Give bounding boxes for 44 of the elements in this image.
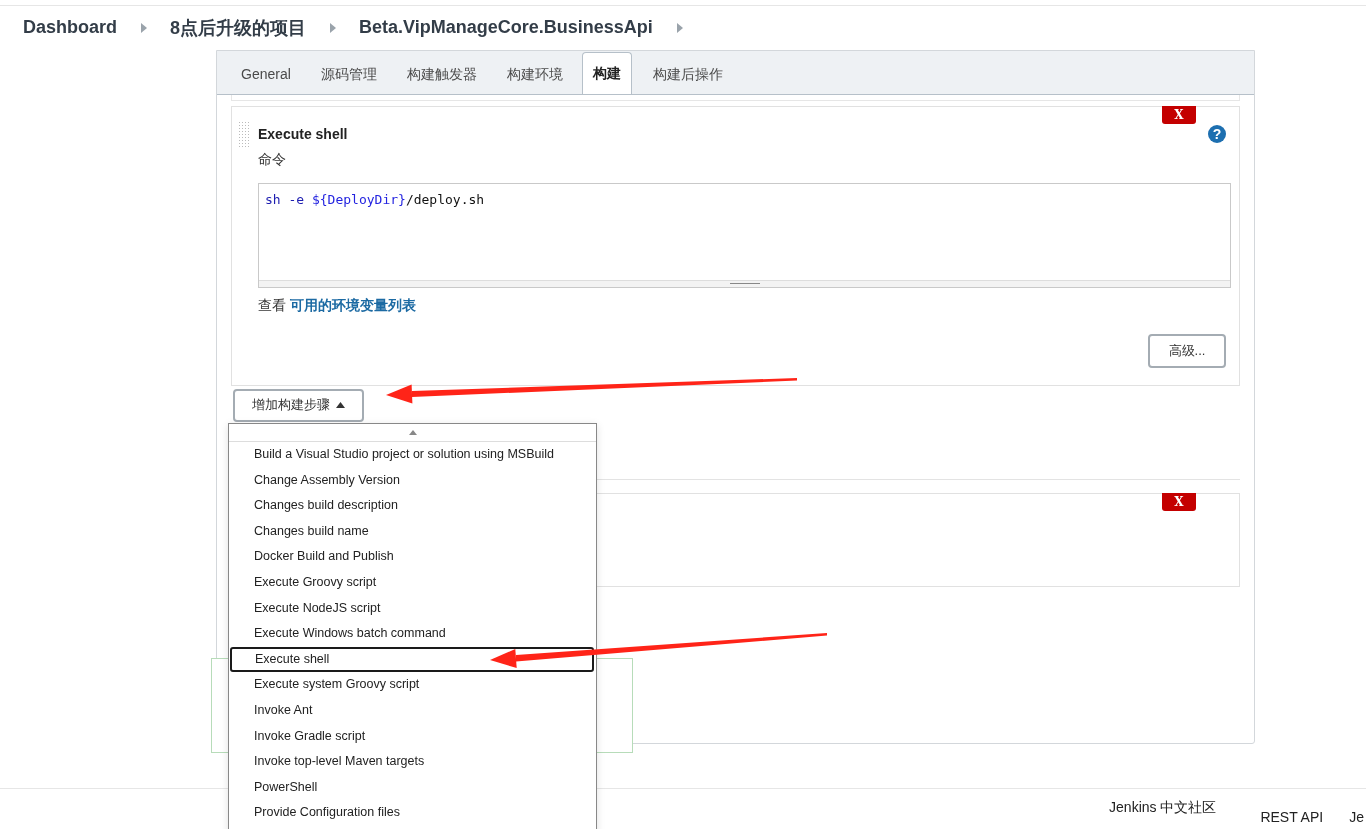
chevron-icon xyxy=(141,22,148,33)
breadcrumb-link[interactable]: 8点后升级的项目 xyxy=(170,15,307,40)
tab[interactable]: General xyxy=(226,53,306,94)
menu-item[interactable]: Execute shell xyxy=(230,646,594,673)
tab[interactable]: 构建后操作 xyxy=(637,53,738,94)
menu-item[interactable]: Invoke Ant xyxy=(229,697,596,724)
menu-item[interactable]: Provide Configuration files xyxy=(229,800,596,826)
breadcrumb-link[interactable]: Beta.VipManageCore.BusinessApi xyxy=(359,17,653,39)
advanced-button[interactable]: 高级... xyxy=(1148,333,1226,368)
menu-item[interactable]: Execute Groovy script xyxy=(229,569,596,596)
delete-button[interactable]: X xyxy=(1162,492,1196,511)
command-editor[interactable]: sh -e ${DeployDir}/deploy.sh xyxy=(258,182,1231,288)
up-arrow-icon xyxy=(408,430,417,435)
menu-item[interactable]: Execute NodeJS script xyxy=(229,595,596,622)
chevron-icon xyxy=(676,22,683,33)
breadcrumb-link[interactable]: Dashboard xyxy=(23,17,118,39)
chevron-icon xyxy=(330,22,337,33)
menu-item[interactable]: Execute system Groovy script xyxy=(229,672,596,698)
code-line: sh -e ${DeployDir}/deploy.sh xyxy=(264,190,486,207)
step-title: Execute shell xyxy=(258,125,348,142)
tab[interactable]: 构建 xyxy=(581,51,632,94)
tab[interactable]: 构建环境 xyxy=(491,53,578,94)
tab[interactable]: 源码管理 xyxy=(305,53,392,94)
field-label: 命令 xyxy=(258,150,287,169)
footer-link[interactable]: Jenkins 中文社区 xyxy=(1109,799,1217,829)
menu-item[interactable]: Invoke Gradle script xyxy=(229,723,596,750)
caret-icon xyxy=(336,402,345,409)
menu-item[interactable]: Docker Build and Publish xyxy=(229,544,596,570)
help-button[interactable]: ? xyxy=(1208,124,1226,143)
menu-item[interactable]: Changes build description xyxy=(229,493,596,519)
tab[interactable]: 构建触发器 xyxy=(391,53,492,94)
menu-item[interactable]: Change Assembly Version xyxy=(229,467,596,494)
env-hint: 查看 可用的环境变量列表 xyxy=(258,296,417,315)
menu-item[interactable]: Execute Windows batch command xyxy=(229,621,596,647)
menu-item[interactable]: PowerShell xyxy=(229,774,596,801)
footer-link[interactable]: Je xyxy=(1349,809,1364,829)
menu-item[interactable]: Invoke top-level Maven targets xyxy=(229,749,596,775)
menu-item[interactable]: Changes build name xyxy=(229,518,596,545)
env-vars-link[interactable]: 可用的环境变量列表 xyxy=(289,296,416,313)
resize-grip[interactable] xyxy=(259,279,1230,287)
footer-link[interactable]: REST API xyxy=(1260,809,1324,829)
add-step-button[interactable]: 增加构建步骤 xyxy=(233,388,364,422)
delete-button[interactable]: X xyxy=(1162,105,1196,124)
menu-item[interactable]: Build a Visual Studio project or solution using MSBuild xyxy=(229,442,596,468)
